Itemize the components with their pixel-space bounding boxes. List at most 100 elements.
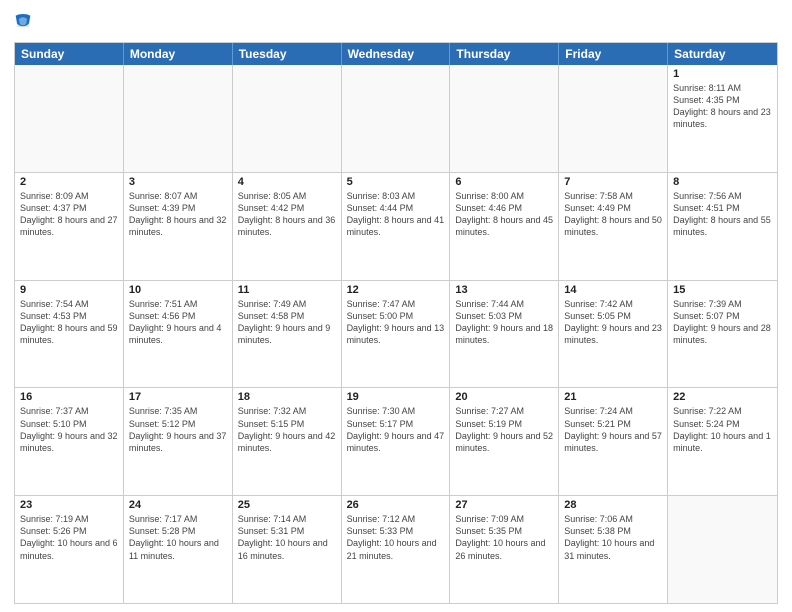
calendar-cell: 16 Sunrise: 7:37 AM Sunset: 5:10 PM Dayli…	[15, 388, 124, 495]
calendar-cell	[124, 65, 233, 172]
calendar-cell	[15, 65, 124, 172]
day-info: Sunrise: 8:11 AM Sunset: 4:35 PM Dayligh…	[673, 82, 772, 131]
day-number: 27	[455, 499, 553, 511]
day-info: Sunrise: 7:17 AM Sunset: 5:28 PM Dayligh…	[129, 513, 227, 562]
day-info: Sunrise: 7:49 AM Sunset: 4:58 PM Dayligh…	[238, 298, 336, 347]
day-number: 23	[20, 499, 118, 511]
day-number: 17	[129, 391, 227, 403]
weekday-header-monday: Monday	[124, 43, 233, 65]
day-info: Sunrise: 7:12 AM Sunset: 5:33 PM Dayligh…	[347, 513, 445, 562]
calendar-cell: 8 Sunrise: 7:56 AM Sunset: 4:51 PM Daylig…	[668, 173, 777, 280]
page: SundayMondayTuesdayWednesdayThursdayFrid…	[0, 0, 792, 612]
day-number: 11	[238, 284, 336, 296]
calendar-cell: 17 Sunrise: 7:35 AM Sunset: 5:12 PM Dayli…	[124, 388, 233, 495]
calendar-cell: 11 Sunrise: 7:49 AM Sunset: 4:58 PM Dayli…	[233, 281, 342, 388]
day-info: Sunrise: 7:14 AM Sunset: 5:31 PM Dayligh…	[238, 513, 336, 562]
calendar-header: SundayMondayTuesdayWednesdayThursdayFrid…	[15, 43, 777, 65]
calendar-cell: 25 Sunrise: 7:14 AM Sunset: 5:31 PM Dayli…	[233, 496, 342, 603]
day-info: Sunrise: 7:54 AM Sunset: 4:53 PM Dayligh…	[20, 298, 118, 347]
day-info: Sunrise: 7:30 AM Sunset: 5:17 PM Dayligh…	[347, 405, 445, 454]
calendar-cell	[450, 65, 559, 172]
day-info: Sunrise: 7:58 AM Sunset: 4:49 PM Dayligh…	[564, 190, 662, 239]
day-info: Sunrise: 7:42 AM Sunset: 5:05 PM Dayligh…	[564, 298, 662, 347]
calendar-cell: 19 Sunrise: 7:30 AM Sunset: 5:17 PM Dayli…	[342, 388, 451, 495]
day-number: 1	[673, 68, 772, 80]
calendar-cell: 12Sunrise: 7:47 AM Sunset: 5:00 PM Dayli…	[342, 281, 451, 388]
calendar-cell: 27 Sunrise: 7:09 AM Sunset: 5:35 PM Dayli…	[450, 496, 559, 603]
day-info: Sunrise: 7:09 AM Sunset: 5:35 PM Dayligh…	[455, 513, 553, 562]
calendar-cell: 24 Sunrise: 7:17 AM Sunset: 5:28 PM Dayli…	[124, 496, 233, 603]
weekday-header-wednesday: Wednesday	[342, 43, 451, 65]
weekday-header-saturday: Saturday	[668, 43, 777, 65]
day-info: Sunrise: 7:56 AM Sunset: 4:51 PM Dayligh…	[673, 190, 772, 239]
day-info: Sunrise: 7:27 AM Sunset: 5:19 PM Dayligh…	[455, 405, 553, 454]
day-info: Sunrise: 7:44 AM Sunset: 5:03 PM Dayligh…	[455, 298, 553, 347]
day-info: Sunrise: 8:00 AM Sunset: 4:46 PM Dayligh…	[455, 190, 553, 239]
day-number: 14	[564, 284, 662, 296]
logo-icon	[14, 12, 32, 34]
weekday-header-friday: Friday	[559, 43, 668, 65]
calendar-cell	[233, 65, 342, 172]
day-number: 24	[129, 499, 227, 511]
calendar-cell: 1 Sunrise: 8:11 AM Sunset: 4:35 PM Daylig…	[668, 65, 777, 172]
calendar-cell: 18Sunrise: 7:32 AM Sunset: 5:15 PM Dayli…	[233, 388, 342, 495]
calendar-cell: 5Sunrise: 8:03 AM Sunset: 4:44 PM Daylig…	[342, 173, 451, 280]
logo	[14, 12, 34, 34]
calendar-row-0: 1 Sunrise: 8:11 AM Sunset: 4:35 PM Daylig…	[15, 65, 777, 172]
day-number: 10	[129, 284, 227, 296]
day-number: 25	[238, 499, 336, 511]
calendar-cell	[668, 496, 777, 603]
day-number: 6	[455, 176, 553, 188]
day-info: Sunrise: 7:22 AM Sunset: 5:24 PM Dayligh…	[673, 405, 772, 454]
day-number: 16	[20, 391, 118, 403]
day-info: Sunrise: 7:37 AM Sunset: 5:10 PM Dayligh…	[20, 405, 118, 454]
calendar-cell: 7 Sunrise: 7:58 AM Sunset: 4:49 PM Daylig…	[559, 173, 668, 280]
calendar-cell: 22 Sunrise: 7:22 AM Sunset: 5:24 PM Dayli…	[668, 388, 777, 495]
calendar-cell: 13 Sunrise: 7:44 AM Sunset: 5:03 PM Dayli…	[450, 281, 559, 388]
day-number: 20	[455, 391, 553, 403]
calendar-cell: 3Sunrise: 8:07 AM Sunset: 4:39 PM Daylig…	[124, 173, 233, 280]
day-number: 19	[347, 391, 445, 403]
day-number: 2	[20, 176, 118, 188]
calendar-cell: 26 Sunrise: 7:12 AM Sunset: 5:33 PM Dayli…	[342, 496, 451, 603]
calendar-cell	[342, 65, 451, 172]
day-number: 15	[673, 284, 772, 296]
day-number: 8	[673, 176, 772, 188]
day-number: 3	[129, 176, 227, 188]
calendar-row-3: 16 Sunrise: 7:37 AM Sunset: 5:10 PM Dayli…	[15, 387, 777, 495]
calendar: SundayMondayTuesdayWednesdayThursdayFrid…	[14, 42, 778, 604]
calendar-cell: 2 Sunrise: 8:09 AM Sunset: 4:37 PM Daylig…	[15, 173, 124, 280]
calendar-cell: 15 Sunrise: 7:39 AM Sunset: 5:07 PM Dayli…	[668, 281, 777, 388]
weekday-header-tuesday: Tuesday	[233, 43, 342, 65]
day-info: Sunrise: 7:06 AM Sunset: 5:38 PM Dayligh…	[564, 513, 662, 562]
weekday-header-thursday: Thursday	[450, 43, 559, 65]
calendar-row-1: 2 Sunrise: 8:09 AM Sunset: 4:37 PM Daylig…	[15, 172, 777, 280]
calendar-cell: 28Sunrise: 7:06 AM Sunset: 5:38 PM Dayli…	[559, 496, 668, 603]
day-info: Sunrise: 7:51 AM Sunset: 4:56 PM Dayligh…	[129, 298, 227, 347]
day-info: Sunrise: 7:24 AM Sunset: 5:21 PM Dayligh…	[564, 405, 662, 454]
day-number: 26	[347, 499, 445, 511]
day-info: Sunrise: 7:19 AM Sunset: 5:26 PM Dayligh…	[20, 513, 118, 562]
weekday-header-sunday: Sunday	[15, 43, 124, 65]
day-info: Sunrise: 7:35 AM Sunset: 5:12 PM Dayligh…	[129, 405, 227, 454]
day-info: Sunrise: 8:09 AM Sunset: 4:37 PM Dayligh…	[20, 190, 118, 239]
calendar-cell: 23 Sunrise: 7:19 AM Sunset: 5:26 PM Dayli…	[15, 496, 124, 603]
day-number: 12	[347, 284, 445, 296]
day-info: Sunrise: 7:39 AM Sunset: 5:07 PM Dayligh…	[673, 298, 772, 347]
day-number: 13	[455, 284, 553, 296]
day-number: 9	[20, 284, 118, 296]
calendar-cell: 14 Sunrise: 7:42 AM Sunset: 5:05 PM Dayli…	[559, 281, 668, 388]
day-number: 18	[238, 391, 336, 403]
calendar-row-2: 9 Sunrise: 7:54 AM Sunset: 4:53 PM Daylig…	[15, 280, 777, 388]
day-number: 21	[564, 391, 662, 403]
calendar-row-4: 23 Sunrise: 7:19 AM Sunset: 5:26 PM Dayli…	[15, 495, 777, 603]
day-number: 22	[673, 391, 772, 403]
calendar-cell: 9 Sunrise: 7:54 AM Sunset: 4:53 PM Daylig…	[15, 281, 124, 388]
calendar-cell: 4 Sunrise: 8:05 AM Sunset: 4:42 PM Daylig…	[233, 173, 342, 280]
calendar-cell: 10 Sunrise: 7:51 AM Sunset: 4:56 PM Dayli…	[124, 281, 233, 388]
day-number: 7	[564, 176, 662, 188]
day-info: Sunrise: 8:05 AM Sunset: 4:42 PM Dayligh…	[238, 190, 336, 239]
calendar-cell: 20 Sunrise: 7:27 AM Sunset: 5:19 PM Dayli…	[450, 388, 559, 495]
day-number: 4	[238, 176, 336, 188]
calendar-cell	[559, 65, 668, 172]
